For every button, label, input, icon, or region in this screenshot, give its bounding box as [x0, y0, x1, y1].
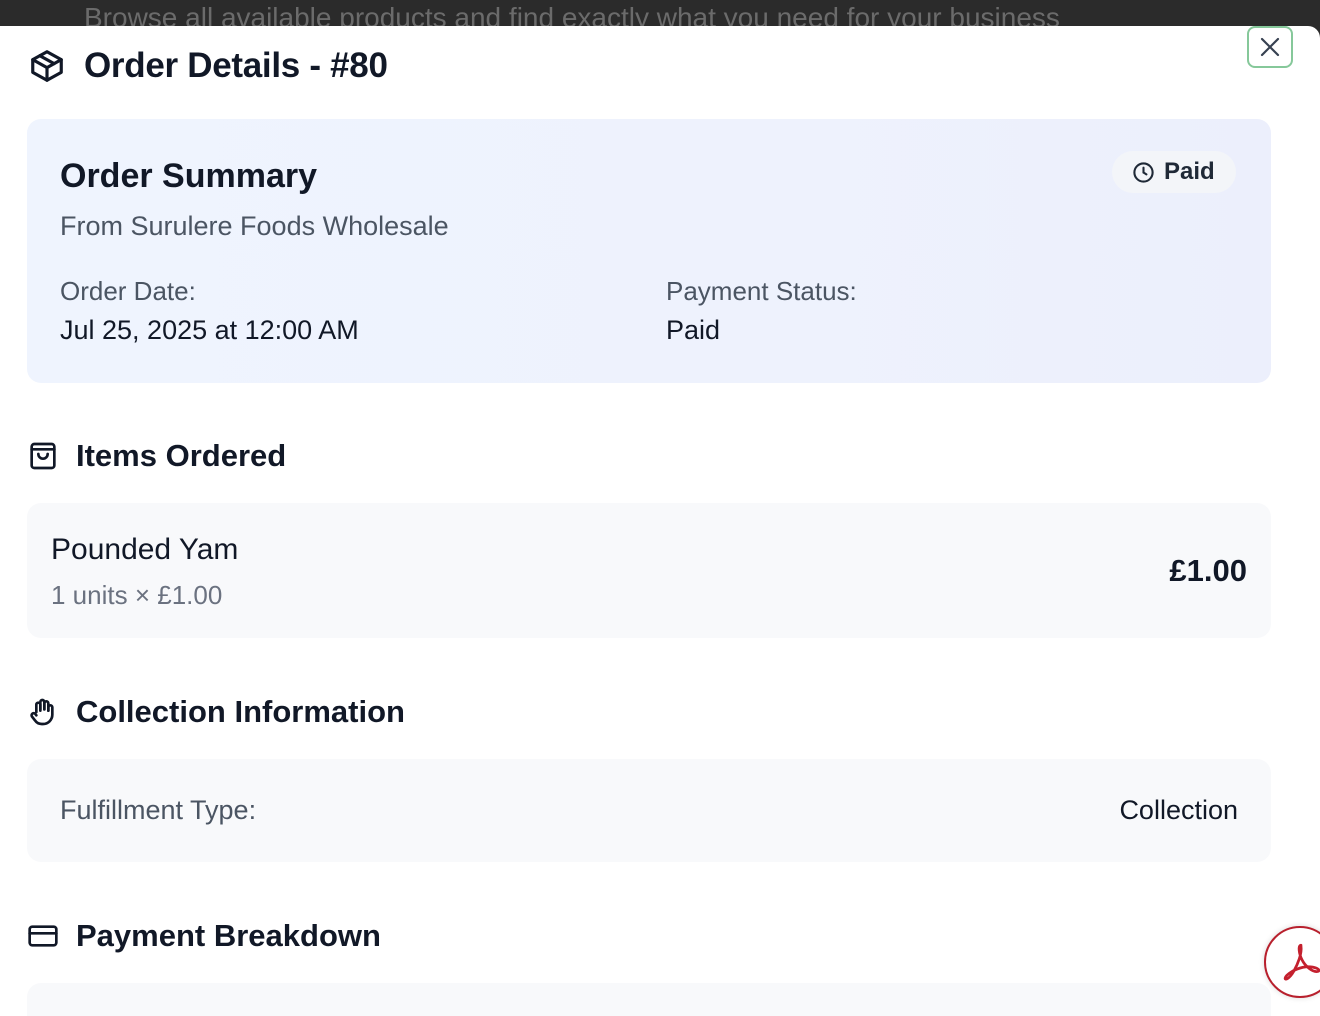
collection-section-header: Collection Information	[27, 694, 405, 730]
fulfillment-type-label: Fulfillment Type:	[60, 795, 257, 825]
fulfillment-type-value: Collection	[1119, 795, 1238, 825]
status-badge-label: Paid	[1164, 158, 1215, 185]
order-date-label: Order Date:	[60, 276, 196, 306]
modal-title: Order Details - #80	[84, 46, 388, 85]
item-quantity: 1 units × £1.00	[51, 580, 223, 610]
order-details-modal: Order Details - #80 Order Summary From S…	[0, 26, 1320, 1016]
modal-header: Order Details - #80	[28, 46, 388, 86]
items-section-title: Items Ordered	[76, 438, 287, 473]
list-item: Pounded Yam 1 units × £1.00 £1.00	[27, 503, 1271, 638]
package-icon	[28, 47, 66, 85]
payment-status-value: Paid	[666, 315, 721, 345]
pdf-icon	[1283, 943, 1320, 981]
supplier-name: From Surulere Foods Wholesale	[60, 211, 449, 241]
fulfillment-card: Fulfillment Type: Collection	[27, 759, 1271, 862]
clock-icon	[1133, 161, 1154, 183]
items-section-header: Items Ordered	[27, 438, 286, 474]
item-price: £1.00	[1169, 553, 1247, 588]
hand-icon	[27, 696, 59, 728]
payment-status-label: Payment Status:	[666, 276, 857, 306]
shopping-bag-icon	[27, 440, 59, 472]
payment-breakdown-card	[27, 983, 1271, 1016]
payment-section-title: Payment Breakdown	[76, 918, 381, 953]
payment-section-header: Payment Breakdown	[27, 918, 381, 954]
credit-card-icon	[27, 920, 59, 952]
order-summary-card: Order Summary From Surulere Foods Wholes…	[27, 119, 1271, 383]
item-name: Pounded Yam	[51, 533, 239, 566]
order-date-value: Jul 25, 2025 at 12:00 AM	[60, 315, 359, 345]
close-icon	[1260, 37, 1280, 57]
status-badge: Paid	[1112, 151, 1236, 193]
summary-title: Order Summary	[60, 157, 317, 195]
collection-section-title: Collection Information	[76, 694, 405, 729]
close-button[interactable]	[1247, 26, 1293, 68]
